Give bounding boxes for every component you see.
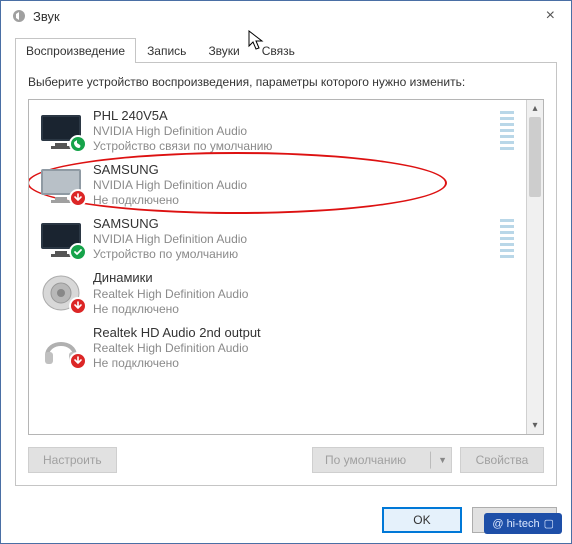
- tab-communications[interactable]: Связь: [251, 38, 306, 63]
- device-name: Динамики: [93, 270, 518, 286]
- tab-playback[interactable]: Воспроизведение: [15, 38, 136, 63]
- scrollbar[interactable]: ▴ ▾: [526, 100, 543, 434]
- close-button[interactable]: ×: [540, 7, 561, 25]
- device-driver: Realtek High Definition Audio: [93, 341, 518, 356]
- monitor-icon: [37, 219, 85, 259]
- monitor-icon: [37, 165, 85, 205]
- speaker-icon: [37, 273, 85, 313]
- tab-recording[interactable]: Запись: [136, 38, 197, 63]
- default-comm-badge-icon: [69, 135, 87, 153]
- properties-button[interactable]: Свойства: [460, 447, 544, 473]
- watermark-text: @ hi-tech: [492, 518, 539, 530]
- device-row[interactable]: Realtek HD Audio 2nd output Realtek High…: [31, 321, 524, 375]
- device-list[interactable]: PHL 240V5A NVIDIA High Definition Audio …: [29, 100, 526, 434]
- watermark-icon: ▢: [544, 517, 554, 530]
- scroll-up-button[interactable]: ▴: [527, 100, 543, 117]
- monitor-icon: [37, 111, 85, 151]
- instruction-text: Выберите устройство воспроизведения, пар…: [28, 75, 544, 91]
- device-driver: NVIDIA High Definition Audio: [93, 178, 518, 193]
- device-name: SAMSUNG: [93, 162, 518, 178]
- device-row[interactable]: PHL 240V5A NVIDIA High Definition Audio …: [31, 104, 524, 158]
- set-default-button[interactable]: По умолчанию ▼: [312, 447, 452, 473]
- device-driver: NVIDIA High Definition Audio: [93, 124, 492, 139]
- device-row[interactable]: Динамики Realtek High Definition Audio Н…: [31, 266, 524, 320]
- device-name: Realtek HD Audio 2nd output: [93, 325, 518, 341]
- set-default-label: По умолчанию: [325, 453, 406, 467]
- device-driver: Realtek High Definition Audio: [93, 287, 518, 302]
- device-status: Не подключено: [93, 356, 518, 371]
- device-list-container: PHL 240V5A NVIDIA High Definition Audio …: [28, 99, 544, 435]
- titlebar: Звук ×: [1, 1, 571, 31]
- device-name: SAMSUNG: [93, 216, 492, 232]
- device-row[interactable]: SAMSUNG NVIDIA High Definition Audio Уст…: [31, 212, 524, 266]
- device-row[interactable]: SAMSUNG NVIDIA High Definition Audio Не …: [31, 158, 524, 212]
- device-status: Устройство по умолчанию: [93, 247, 492, 262]
- tabs: Воспроизведение Запись Звуки Связь: [15, 37, 557, 63]
- watermark-badge: @ hi-tech ▢: [484, 513, 562, 534]
- device-status: Устройство связи по умолчанию: [93, 139, 492, 154]
- scroll-down-button[interactable]: ▾: [527, 417, 543, 434]
- window-title: Звук: [33, 9, 60, 24]
- chevron-down-icon: ▼: [438, 455, 447, 465]
- sound-dialog: Звук × Воспроизведение Запись Звуки Связ…: [0, 0, 572, 544]
- device-status: Не подключено: [93, 302, 518, 317]
- headphones-icon: [37, 328, 85, 368]
- device-status: Не подключено: [93, 193, 518, 208]
- app-icon: [11, 8, 27, 24]
- configure-button[interactable]: Настроить: [28, 447, 117, 473]
- playback-pane: Выберите устройство воспроизведения, пар…: [15, 63, 557, 486]
- unplugged-badge-icon: [69, 189, 87, 207]
- unplugged-badge-icon: [69, 352, 87, 370]
- ok-button[interactable]: OK: [382, 507, 462, 533]
- scroll-track[interactable]: [527, 117, 543, 417]
- device-driver: NVIDIA High Definition Audio: [93, 232, 492, 247]
- tab-sounds[interactable]: Звуки: [197, 38, 250, 63]
- device-name: PHL 240V5A: [93, 108, 492, 124]
- scroll-thumb[interactable]: [529, 117, 541, 197]
- level-meter: [500, 219, 514, 259]
- level-meter: [500, 111, 514, 151]
